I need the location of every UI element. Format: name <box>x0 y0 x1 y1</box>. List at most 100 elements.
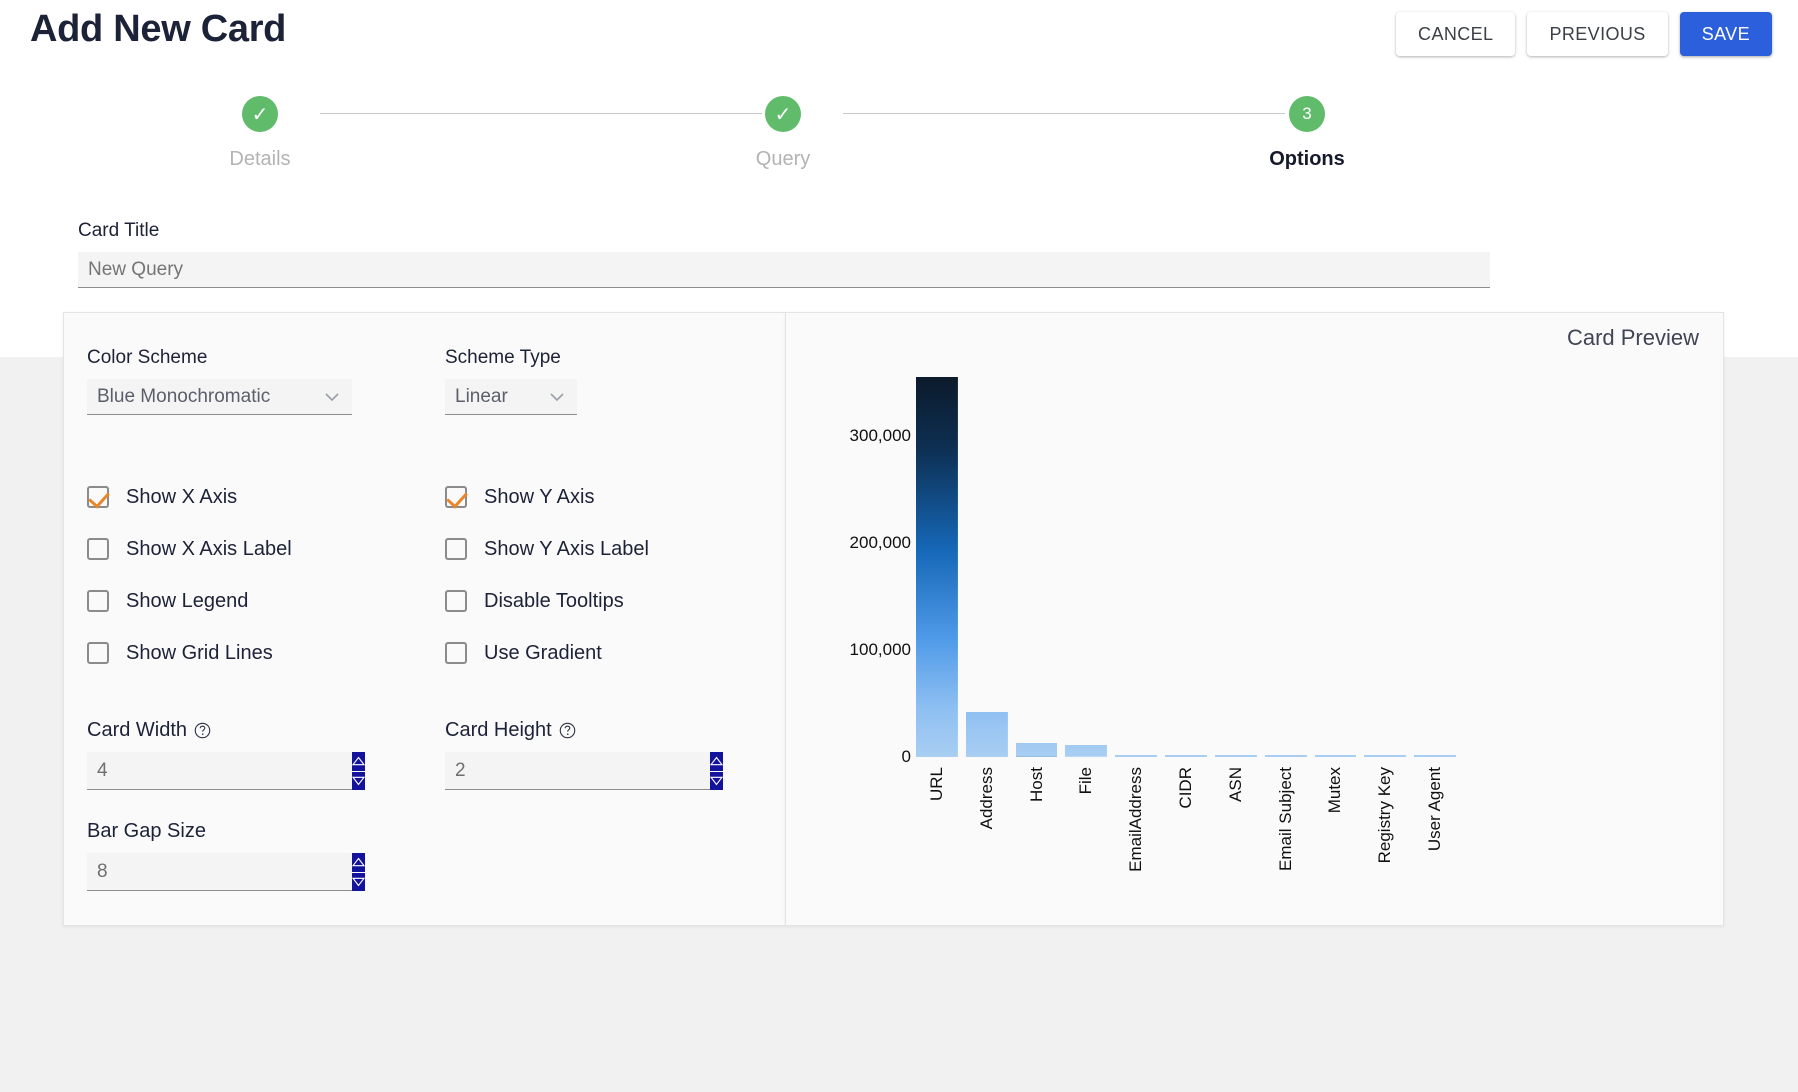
increment-button[interactable] <box>352 853 365 873</box>
checkbox-label: Disable Tooltips <box>484 589 624 612</box>
card-preview-label: Card Preview <box>1566 325 1699 350</box>
x-axis-tick: ASN <box>1215 759 1257 919</box>
cancel-button[interactable]: CANCEL <box>1396 12 1516 56</box>
increment-button[interactable] <box>710 752 723 772</box>
checkbox-show-x-axis[interactable]: Show X Axis <box>87 471 432 523</box>
page-header: Add New Card CANCEL PREVIOUS SAVE ✓ Deta… <box>0 0 1798 357</box>
color-scheme-select[interactable]: Blue Monochromatic <box>87 379 352 415</box>
decrement-button[interactable] <box>352 872 365 891</box>
card-height-label: Card Height <box>445 719 765 742</box>
color-scheme-value[interactable]: Blue Monochromatic <box>87 379 352 415</box>
chart-y-axis: 300,000 200,000 100,000 0 <box>806 361 911 766</box>
chart-bar[interactable] <box>1214 755 1257 757</box>
bar-gap-size-label: Bar Gap Size <box>87 820 432 843</box>
x-axis-tick-label: Mutex <box>1325 767 1345 814</box>
x-axis-tick: Registry Key <box>1364 759 1406 919</box>
card-width-stepper[interactable] <box>87 752 365 790</box>
x-axis-tick: File <box>1065 759 1107 919</box>
y-axis-tick-label: 0 <box>901 747 911 766</box>
card-title-field: Card Title <box>78 220 1490 288</box>
checkbox-show-legend[interactable]: Show Legend <box>87 575 432 627</box>
x-axis-tick-label: File <box>1076 767 1096 795</box>
card-height-label-text: Card Height <box>445 719 552 741</box>
checkbox-show-y-axis[interactable]: Show Y Axis <box>445 471 765 523</box>
previous-button[interactable]: PREVIOUS <box>1527 12 1668 56</box>
help-icon[interactable] <box>194 722 211 739</box>
color-scheme-group: Color Scheme Blue Monochromatic <box>87 347 432 415</box>
checkbox-indicator[interactable] <box>87 642 109 664</box>
chart-bar[interactable] <box>1314 755 1357 757</box>
chart-bar[interactable] <box>1115 754 1158 757</box>
chart-bar[interactable] <box>1414 755 1456 757</box>
card-width-spin-buttons <box>352 752 365 790</box>
x-axis-tick-label: ASN <box>1225 767 1245 802</box>
page-title: Add New Card <box>30 8 287 50</box>
card-width-group: Card Width <box>87 719 432 790</box>
save-button[interactable]: SAVE <box>1679 12 1772 56</box>
stepper-step-query[interactable]: ✓ Query <box>723 96 843 171</box>
chart-bar[interactable] <box>1015 743 1058 757</box>
checkbox-disable-tooltips[interactable]: Disable Tooltips <box>445 575 765 627</box>
increment-button[interactable] <box>352 752 365 772</box>
chart-bar[interactable] <box>1264 755 1307 757</box>
y-axis-tick-label: 300,000 <box>849 425 911 445</box>
step-label-details: Details <box>229 148 291 170</box>
checkbox-group-right: Show Y Axis Show Y Axis Label Disable To… <box>445 471 765 679</box>
card-preview-panel: Card Preview 300,000 200,000 100,000 0 URL A… <box>785 312 1724 926</box>
decrement-button[interactable] <box>710 771 723 790</box>
card-title-input[interactable] <box>78 252 1490 288</box>
checkbox-show-y-axis-label[interactable]: Show Y Axis Label <box>445 523 765 575</box>
checkbox-label: Show Y Axis Label <box>484 537 649 560</box>
x-axis-tick-label: Email Subject <box>1275 767 1295 871</box>
checkbox-group-left: Show X Axis Show X Axis Label Show Legen… <box>87 471 432 679</box>
x-axis-tick-label: EmailAddress <box>1126 767 1146 872</box>
card-height-input[interactable] <box>445 752 710 790</box>
card-title-label: Card Title <box>78 220 160 241</box>
decrement-button[interactable] <box>352 771 365 790</box>
bar-gap-size-group: Bar Gap Size <box>87 820 432 891</box>
chart-bar[interactable] <box>1165 755 1207 757</box>
checkbox-indicator[interactable] <box>445 538 467 560</box>
chart-bar[interactable] <box>916 377 958 757</box>
chart-bar[interactable] <box>1065 745 1108 757</box>
checkbox-indicator[interactable] <box>445 486 467 508</box>
x-axis-tick-label: Host <box>1026 767 1046 802</box>
help-icon[interactable] <box>559 722 576 739</box>
checkbox-indicator[interactable] <box>87 486 109 508</box>
card-width-input[interactable] <box>87 752 352 790</box>
color-scheme-label: Color Scheme <box>87 347 208 368</box>
checkbox-label: Show Legend <box>126 589 249 612</box>
options-panel: Color Scheme Blue Monochromatic Show X A… <box>63 312 785 926</box>
step-label-query: Query <box>755 148 811 170</box>
options-column-left: Color Scheme Blue Monochromatic Show X A… <box>87 347 432 891</box>
stepper-step-options[interactable]: 3 Options <box>1247 96 1367 171</box>
chart-bar[interactable] <box>965 712 1008 757</box>
checkbox-indicator[interactable] <box>87 538 109 560</box>
x-axis-tick: User Agent <box>1414 759 1456 919</box>
x-axis-tick-label: Registry Key <box>1375 767 1395 864</box>
checkbox-use-gradient[interactable]: Use Gradient <box>445 627 765 679</box>
card-width-label: Card Width <box>87 719 432 742</box>
scheme-type-select[interactable]: Linear <box>445 379 577 415</box>
checkbox-label: Use Gradient <box>484 641 602 664</box>
checkbox-show-grid-lines[interactable]: Show Grid Lines <box>87 627 432 679</box>
stepper-step-details[interactable]: ✓ Details <box>200 96 320 171</box>
bar-gap-size-input[interactable] <box>87 853 352 891</box>
step-marker-options: 3 <box>1289 96 1325 132</box>
x-axis-tick-label: URL <box>926 767 946 802</box>
x-axis-tick-label: CIDR <box>1175 767 1195 809</box>
x-axis-tick-label: Address <box>976 767 996 830</box>
card-height-stepper[interactable] <box>445 752 723 790</box>
checkbox-show-x-axis-label[interactable]: Show X Axis Label <box>87 523 432 575</box>
bar-gap-size-stepper[interactable] <box>87 853 365 891</box>
checkbox-indicator[interactable] <box>87 590 109 612</box>
chart-plot-area <box>916 361 1456 757</box>
x-axis-tick: Email Subject <box>1265 759 1307 919</box>
scheme-type-value[interactable]: Linear <box>445 379 577 415</box>
card-height-group: Card Height <box>445 719 765 790</box>
checkbox-indicator[interactable] <box>445 642 467 664</box>
options-column-right: Scheme Type Linear Show Y Axis Show Y Ax… <box>445 347 765 790</box>
chart-bar[interactable] <box>1364 755 1407 757</box>
checkbox-label: Show Y Axis <box>484 485 595 508</box>
checkbox-indicator[interactable] <box>445 590 467 612</box>
